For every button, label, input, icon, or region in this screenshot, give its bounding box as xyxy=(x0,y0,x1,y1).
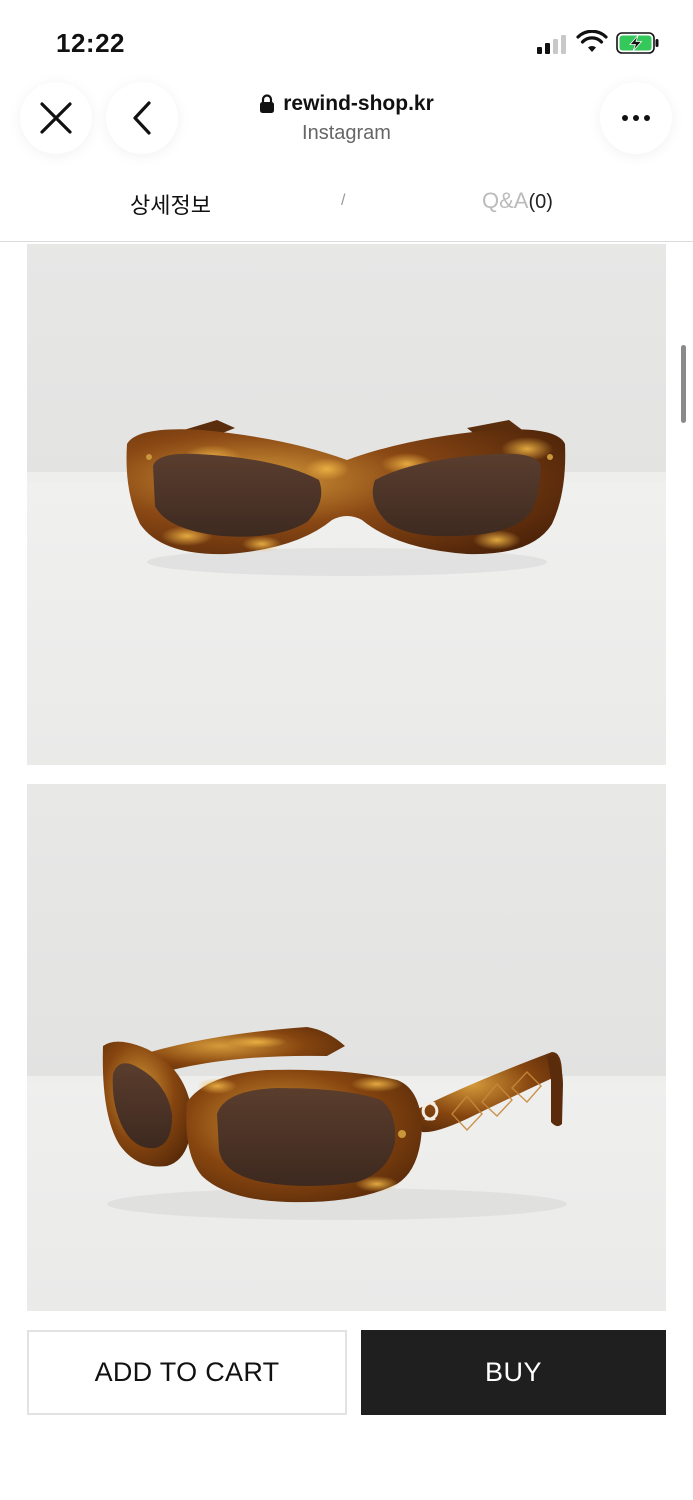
address-bar[interactable]: rewind-shop.kr Instagram xyxy=(200,92,493,145)
close-icon xyxy=(40,102,72,134)
tab-qa-count: (0) xyxy=(528,191,553,213)
product-photo-side[interactable] xyxy=(27,784,666,1311)
tab-qa[interactable]: Q&A(0) xyxy=(482,188,553,214)
back-button[interactable] xyxy=(106,82,178,154)
scroll-indicator[interactable] xyxy=(681,345,686,423)
cellular-signal-icon xyxy=(537,32,567,54)
status-bar: 12:22 xyxy=(0,0,693,80)
status-time: 12:22 xyxy=(56,28,125,58)
tab-separator: / xyxy=(341,192,346,209)
bottom-action-bar: ADD TO CART BUY xyxy=(0,1311,693,1500)
wifi-icon xyxy=(576,30,608,52)
browser-source-label: Instagram xyxy=(302,122,391,144)
close-button[interactable] xyxy=(20,82,92,154)
more-icon xyxy=(622,115,650,121)
back-arrow-icon xyxy=(133,101,151,135)
add-to-cart-button[interactable]: ADD TO CART xyxy=(27,1330,347,1415)
tab-qa-label: Q&A xyxy=(482,188,529,213)
product-tabs: 상세정보 / Q&A(0) xyxy=(0,170,693,242)
more-options-button[interactable] xyxy=(600,82,672,154)
lock-icon xyxy=(260,94,275,113)
buy-button[interactable]: BUY xyxy=(361,1330,666,1415)
url-text: rewind-shop.kr xyxy=(283,92,434,115)
battery-charging-icon xyxy=(616,32,659,54)
tab-detail-info[interactable]: 상세정보 xyxy=(130,188,211,220)
product-photo-front[interactable] xyxy=(27,244,666,765)
browser-header: rewind-shop.kr Instagram xyxy=(0,80,693,160)
